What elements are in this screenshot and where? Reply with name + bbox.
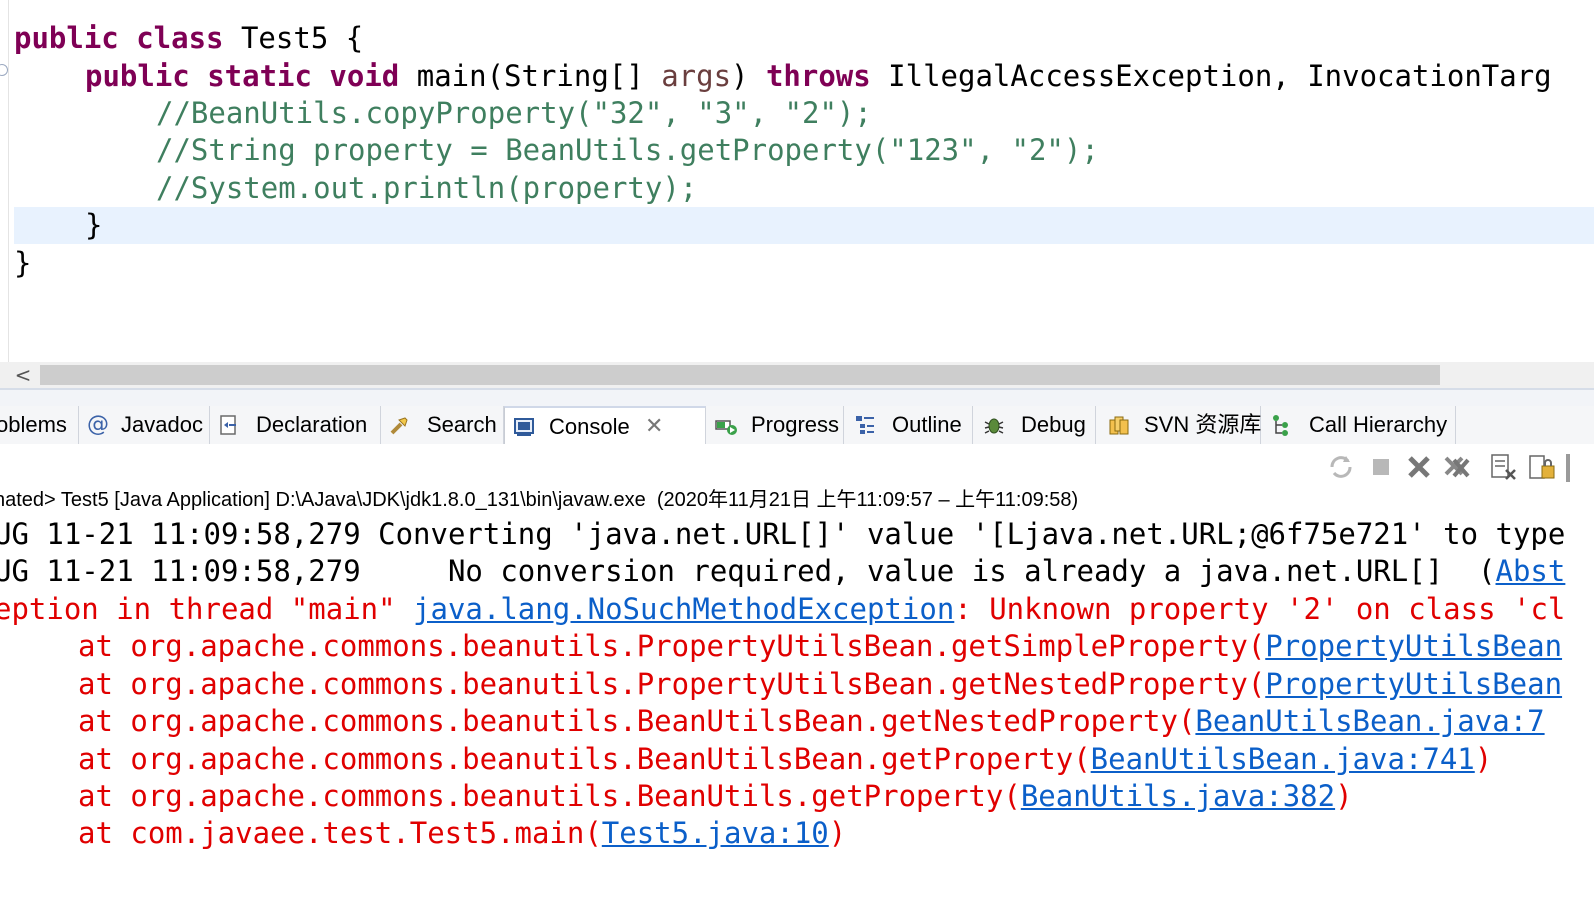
terminate-relaunch-icon[interactable] bbox=[1326, 452, 1356, 482]
tab-search[interactable]: Search bbox=[381, 406, 504, 444]
current-line-highlight bbox=[14, 207, 1594, 244]
stack-frame-text: at org.apache.commons.beanutils.BeanUtil… bbox=[78, 704, 1196, 738]
keyword: public class bbox=[14, 21, 224, 55]
code-editor[interactable]: public class Test5 { public static void … bbox=[0, 0, 1594, 362]
exception-line: eption in thread "main" java.lang.NoSuch… bbox=[0, 591, 1565, 628]
stack-frame-text: at org.apache.commons.beanutils.BeanUtil… bbox=[78, 742, 1091, 776]
tab-outline[interactable]: Outline bbox=[844, 406, 973, 444]
progress-icon bbox=[715, 420, 737, 435]
launch-description-text: nated> Test5 [Java Application] D:\AJava… bbox=[0, 489, 1079, 511]
tab-call-hierarchy[interactable]: Call Hierarchy bbox=[1261, 406, 1456, 444]
keyword: throws bbox=[765, 59, 871, 93]
stack-frame: at org.apache.commons.beanutils.Property… bbox=[78, 666, 1562, 703]
stack-frame-link[interactable]: BeanUtilsBean.java:741 bbox=[1091, 742, 1475, 776]
parameter: args bbox=[661, 59, 732, 93]
scroll-left-icon[interactable]: < bbox=[10, 362, 36, 388]
terminate-icon[interactable] bbox=[1366, 452, 1396, 482]
close-icon[interactable]: ✕ bbox=[645, 408, 663, 446]
exception-message: : Unknown property '2' on class 'cl bbox=[954, 592, 1566, 626]
log-text: UG 11-21 11:09:58,279 No conversion requ… bbox=[0, 554, 1496, 588]
stack-frame-text: at org.apache.commons.beanutils.BeanUtil… bbox=[78, 779, 1021, 813]
stack-frame-text: at org.apache.commons.beanutils.Property… bbox=[78, 629, 1266, 663]
stack-frame-link[interactable]: PropertyUtilsBean bbox=[1265, 667, 1562, 701]
exception-prefix: eption in thread "main" bbox=[0, 592, 414, 626]
tab-label: Javadoc bbox=[121, 412, 203, 437]
stack-frame-link[interactable]: BeanUtils.java:382 bbox=[1021, 779, 1335, 813]
tab-debug[interactable]: Debug bbox=[973, 406, 1096, 444]
stack-frame: at org.apache.commons.beanutils.BeanUtil… bbox=[78, 778, 1353, 815]
tab-label: Debug bbox=[1021, 412, 1086, 437]
code-line-3: //BeanUtils.copyProperty("32", "3", "2")… bbox=[156, 96, 872, 130]
code-line-1: public class Test5 { bbox=[14, 20, 363, 57]
repository-icon bbox=[1109, 416, 1129, 435]
toolbar-overflow-edge bbox=[1566, 454, 1570, 482]
tab-javadoc[interactable]: @ Javadoc bbox=[79, 406, 210, 444]
keyword: public static void bbox=[85, 59, 400, 93]
stack-frame-text: at org.apache.commons.beanutils.Property… bbox=[78, 667, 1266, 701]
fold-marker-icon[interactable] bbox=[0, 64, 8, 76]
tab-label: Search bbox=[427, 412, 497, 437]
stack-frame: at org.apache.commons.beanutils.BeanUtil… bbox=[78, 741, 1492, 778]
stack-frame-text: at com.javaee.test.Test5.main( bbox=[78, 816, 602, 850]
call-hierarchy-icon bbox=[1273, 415, 1288, 436]
declaration-icon bbox=[220, 415, 236, 435]
tab-label: Console bbox=[549, 414, 630, 439]
bug-icon bbox=[984, 418, 1004, 434]
tab-declaration[interactable]: Declaration bbox=[210, 406, 381, 444]
console-log-line: UG 11-21 11:09:58,279 Converting 'java.n… bbox=[0, 517, 1566, 551]
code-text: main(String[] bbox=[399, 59, 662, 93]
stack-frame: at com.javaee.test.Test5.main(Test5.java… bbox=[78, 815, 846, 852]
stack-frame-end: ) bbox=[1335, 779, 1353, 813]
tab-progress[interactable]: Progress bbox=[705, 406, 844, 444]
stack-frame-link[interactable]: PropertyUtilsBean bbox=[1265, 629, 1562, 663]
stack-frame-link[interactable]: BeanUtilsBean.java:7 bbox=[1195, 704, 1544, 738]
tab-label: Declaration bbox=[256, 412, 368, 437]
exception-class-link[interactable]: java.lang.NoSuchMethodException bbox=[413, 592, 954, 626]
console-log-line: UG 11-21 11:09:58,279 No conversion requ… bbox=[0, 553, 1565, 590]
code-line-6: } bbox=[85, 208, 103, 242]
console-launch-description: nated> Test5 [Java Application] D:\AJava… bbox=[0, 486, 1594, 514]
code-line-5: //System.out.println(property); bbox=[156, 171, 698, 205]
view-tab-bar: oblems @ Javadoc Declaration Search Cons… bbox=[0, 406, 1594, 445]
code-line-7: } bbox=[14, 246, 32, 280]
tab-svn-repository[interactable]: SVN 资源库 bbox=[1096, 406, 1261, 444]
code-line-4: //String property = BeanUtils.getPropert… bbox=[156, 133, 1099, 167]
code-text: ) bbox=[731, 59, 766, 93]
code-text: Test5 { bbox=[223, 21, 364, 55]
at-icon: @ bbox=[87, 412, 109, 437]
stack-frame: at org.apache.commons.beanutils.Property… bbox=[78, 628, 1562, 665]
code-line-2: public static void main(String[] args) t… bbox=[85, 58, 1552, 95]
stack-frame-link[interactable]: Test5.java:10 bbox=[602, 816, 829, 850]
search-flashlight-icon bbox=[390, 417, 408, 435]
code-text: IllegalAccessException, InvocationTarg bbox=[870, 59, 1552, 93]
console-toolbar bbox=[0, 444, 1594, 488]
tab-label: SVN 资源库 bbox=[1144, 412, 1262, 437]
tab-label: oblems bbox=[0, 412, 67, 437]
tab-label: Call Hierarchy bbox=[1309, 412, 1448, 437]
source-link[interactable]: Abst bbox=[1496, 554, 1566, 588]
stack-frame-end: ) bbox=[1474, 742, 1493, 776]
clear-console-icon[interactable] bbox=[1488, 452, 1518, 482]
tab-label: Outline bbox=[892, 412, 962, 437]
gutter-divider bbox=[8, 0, 9, 362]
scroll-lock-icon[interactable] bbox=[1526, 452, 1556, 482]
remove-launch-icon[interactable] bbox=[1404, 452, 1434, 482]
tab-problems[interactable]: oblems bbox=[0, 406, 79, 444]
tab-console[interactable]: Console ✕ bbox=[504, 406, 706, 445]
horizontal-scrollbar[interactable]: < bbox=[0, 362, 1594, 388]
scrollbar-thumb[interactable] bbox=[40, 365, 1440, 385]
tab-label: Progress bbox=[751, 412, 840, 437]
console-icon bbox=[514, 418, 534, 436]
stack-frame: at org.apache.commons.beanutils.BeanUtil… bbox=[78, 703, 1545, 740]
sash-divider[interactable] bbox=[0, 388, 1594, 408]
outline-icon bbox=[856, 416, 874, 434]
remove-all-terminated-icon[interactable] bbox=[1442, 452, 1472, 482]
stack-frame-end: ) bbox=[828, 816, 847, 850]
